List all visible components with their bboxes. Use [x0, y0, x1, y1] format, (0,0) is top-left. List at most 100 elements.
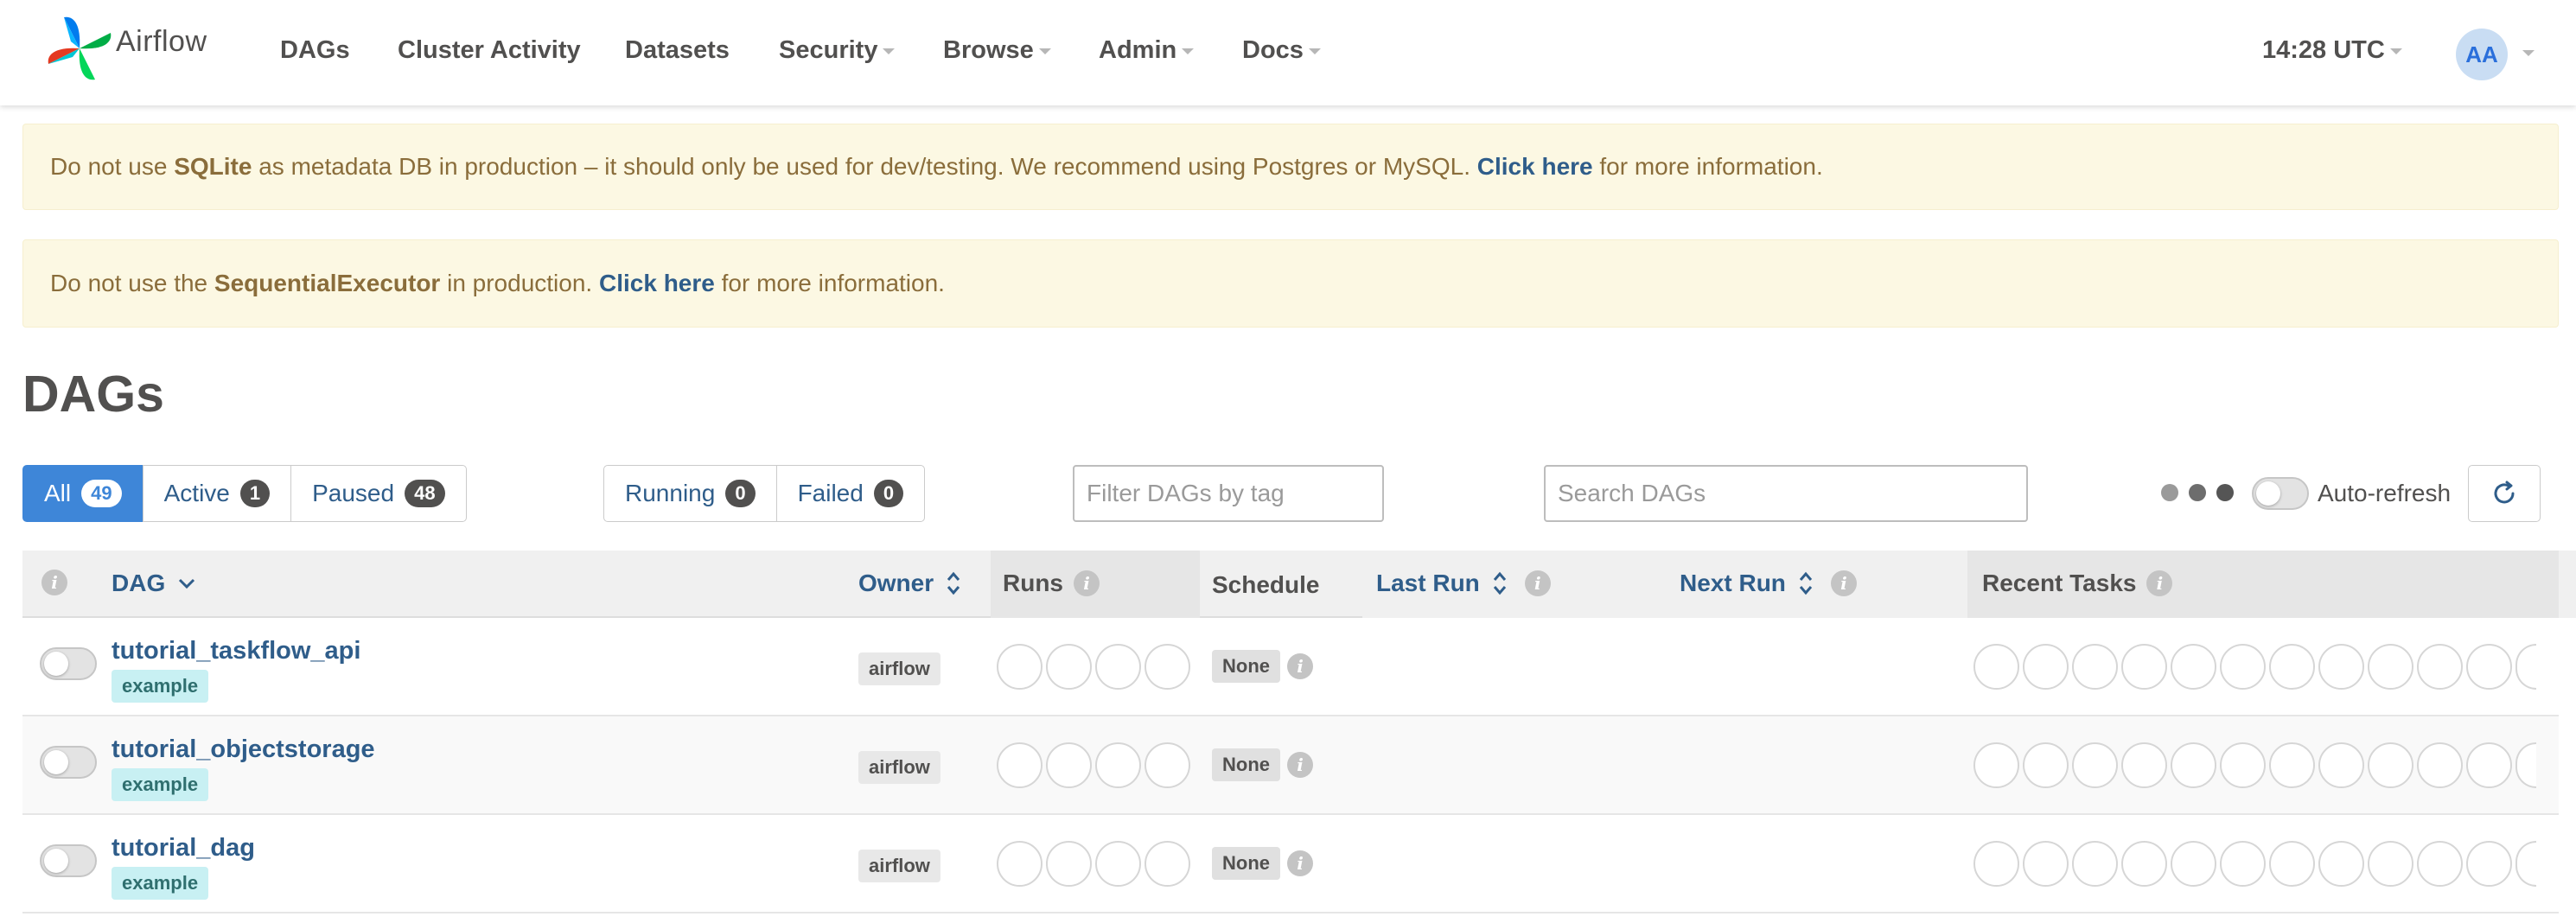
dag-tag[interactable]: example — [112, 768, 209, 801]
alert-link[interactable]: Click here — [1477, 153, 1593, 180]
run-state-circle[interactable] — [1046, 742, 1092, 788]
owner-badge[interactable]: airflow — [858, 652, 940, 685]
task-state-circle[interactable] — [2171, 841, 2216, 887]
filter-failed-button[interactable]: Failed 0 — [775, 465, 926, 522]
info-icon[interactable]: i — [1287, 653, 1313, 679]
nav-admin[interactable]: Admin — [1099, 36, 1195, 65]
run-state-circle[interactable] — [1095, 841, 1141, 887]
run-state-circle[interactable] — [997, 841, 1043, 887]
page-title: DAGs — [22, 366, 164, 423]
task-state-circle[interactable] — [2220, 841, 2266, 887]
task-state-circle[interactable] — [2072, 841, 2118, 887]
dag-tag[interactable]: example — [112, 670, 209, 703]
nav-docs[interactable]: Docs — [1242, 36, 1321, 65]
info-icon[interactable]: i — [1287, 752, 1313, 778]
dag-pause-toggle[interactable] — [40, 844, 97, 877]
info-icon[interactable]: i — [1524, 570, 1551, 596]
nav-browse[interactable]: Browse — [943, 36, 1051, 65]
owner-badge[interactable]: airflow — [858, 850, 940, 882]
task-state-circle[interactable] — [2269, 644, 2315, 690]
task-state-circle[interactable] — [2368, 742, 2413, 788]
run-status-circles — [997, 644, 1190, 690]
task-state-circle[interactable] — [2515, 742, 2536, 788]
task-state-circle[interactable] — [2417, 644, 2463, 690]
task-state-circle[interactable] — [2318, 841, 2364, 887]
column-next-run[interactable]: Next Run i — [1680, 570, 1857, 597]
task-state-circle[interactable] — [2515, 644, 2536, 690]
info-icon[interactable]: i — [1830, 570, 1857, 596]
filter-active-button[interactable]: Active 1 — [142, 465, 292, 522]
info-icon[interactable]: i — [2146, 570, 2173, 596]
auto-refresh-toggle[interactable] — [2252, 477, 2309, 510]
task-state-circle[interactable] — [2220, 644, 2266, 690]
task-state-circle[interactable] — [2023, 644, 2069, 690]
tag-filter-input[interactable]: Filter DAGs by tag — [1073, 465, 1384, 522]
task-state-circle[interactable] — [2417, 841, 2463, 887]
chevron-down-icon — [1308, 48, 1321, 54]
airflow-home-link[interactable]: Airflow — [47, 16, 207, 81]
task-state-circle[interactable] — [2269, 841, 2315, 887]
run-state-circle[interactable] — [997, 644, 1043, 690]
dag-pause-toggle[interactable] — [40, 647, 97, 680]
run-state-circle[interactable] — [1046, 841, 1092, 887]
task-state-circle[interactable] — [1973, 841, 2019, 887]
task-state-circle[interactable] — [2072, 644, 2118, 690]
filter-paused-button[interactable]: Paused 48 — [290, 465, 467, 522]
info-icon[interactable]: i — [1074, 570, 1100, 596]
task-state-circle[interactable] — [2368, 841, 2413, 887]
run-state-circle[interactable] — [997, 742, 1043, 788]
chevron-down-icon[interactable] — [2522, 50, 2535, 56]
info-icon[interactable]: i — [1287, 850, 1313, 876]
column-owner[interactable]: Owner — [858, 570, 961, 597]
task-state-circle[interactable] — [2121, 644, 2167, 690]
task-state-circle[interactable] — [2368, 644, 2413, 690]
nav-security[interactable]: Security — [779, 36, 896, 65]
task-state-circle[interactable] — [2171, 644, 2216, 690]
nav-datasets[interactable]: Datasets — [625, 36, 730, 65]
run-state-circle[interactable] — [1095, 742, 1141, 788]
alert-link[interactable]: Click here — [599, 270, 715, 296]
run-state-circle[interactable] — [1095, 644, 1141, 690]
task-state-circle[interactable] — [1973, 742, 2019, 788]
timezone-dropdown[interactable]: 14:28 UTC — [2262, 36, 2402, 65]
dag-link[interactable]: tutorial_taskflow_api — [112, 637, 360, 665]
filter-running-button[interactable]: Running 0 — [603, 465, 777, 522]
task-state-circle[interactable] — [2318, 644, 2364, 690]
task-state-circle[interactable] — [1973, 644, 2019, 690]
task-state-circle[interactable] — [2466, 841, 2512, 887]
task-state-circle[interactable] — [2269, 742, 2315, 788]
nav-cluster-activity[interactable]: Cluster Activity — [398, 36, 581, 65]
task-state-circle[interactable] — [2121, 742, 2167, 788]
task-state-circle[interactable] — [2417, 742, 2463, 788]
search-dags-input[interactable]: Search DAGs — [1544, 465, 2028, 522]
task-state-circle[interactable] — [2171, 742, 2216, 788]
toggle-column-header: i — [41, 570, 67, 595]
executor-warning-alert: Do not use the SequentialExecutor in pro… — [22, 239, 2559, 328]
task-state-circle[interactable] — [2072, 742, 2118, 788]
task-state-circle[interactable] — [2466, 742, 2512, 788]
task-state-circle[interactable] — [2515, 841, 2536, 887]
run-state-circle[interactable] — [1145, 742, 1190, 788]
task-state-circle[interactable] — [2318, 742, 2364, 788]
run-state-circle[interactable] — [1145, 841, 1190, 887]
owner-badge[interactable]: airflow — [858, 751, 940, 784]
column-dag[interactable]: DAG — [112, 570, 196, 597]
column-last-run[interactable]: Last Run i — [1376, 570, 1551, 597]
dag-link[interactable]: tutorial_objectstorage — [112, 735, 375, 764]
task-state-circle[interactable] — [2220, 742, 2266, 788]
user-avatar[interactable]: AA — [2456, 29, 2508, 80]
task-state-circle[interactable] — [2023, 742, 2069, 788]
dag-pause-toggle[interactable] — [40, 746, 97, 779]
task-state-circle[interactable] — [2121, 841, 2167, 887]
dag-link[interactable]: tutorial_dag — [112, 834, 255, 863]
navbar: Airflow DAGs Cluster Activity Datasets S… — [0, 0, 2576, 105]
refresh-button[interactable] — [2468, 465, 2541, 522]
info-icon[interactable]: i — [41, 570, 67, 595]
task-state-circle[interactable] — [2023, 841, 2069, 887]
nav-dags[interactable]: DAGs — [280, 36, 350, 65]
dag-tag[interactable]: example — [112, 867, 209, 900]
run-state-circle[interactable] — [1145, 644, 1190, 690]
run-state-circle[interactable] — [1046, 644, 1092, 690]
filter-all-button[interactable]: All 49 — [22, 465, 143, 522]
task-state-circle[interactable] — [2466, 644, 2512, 690]
